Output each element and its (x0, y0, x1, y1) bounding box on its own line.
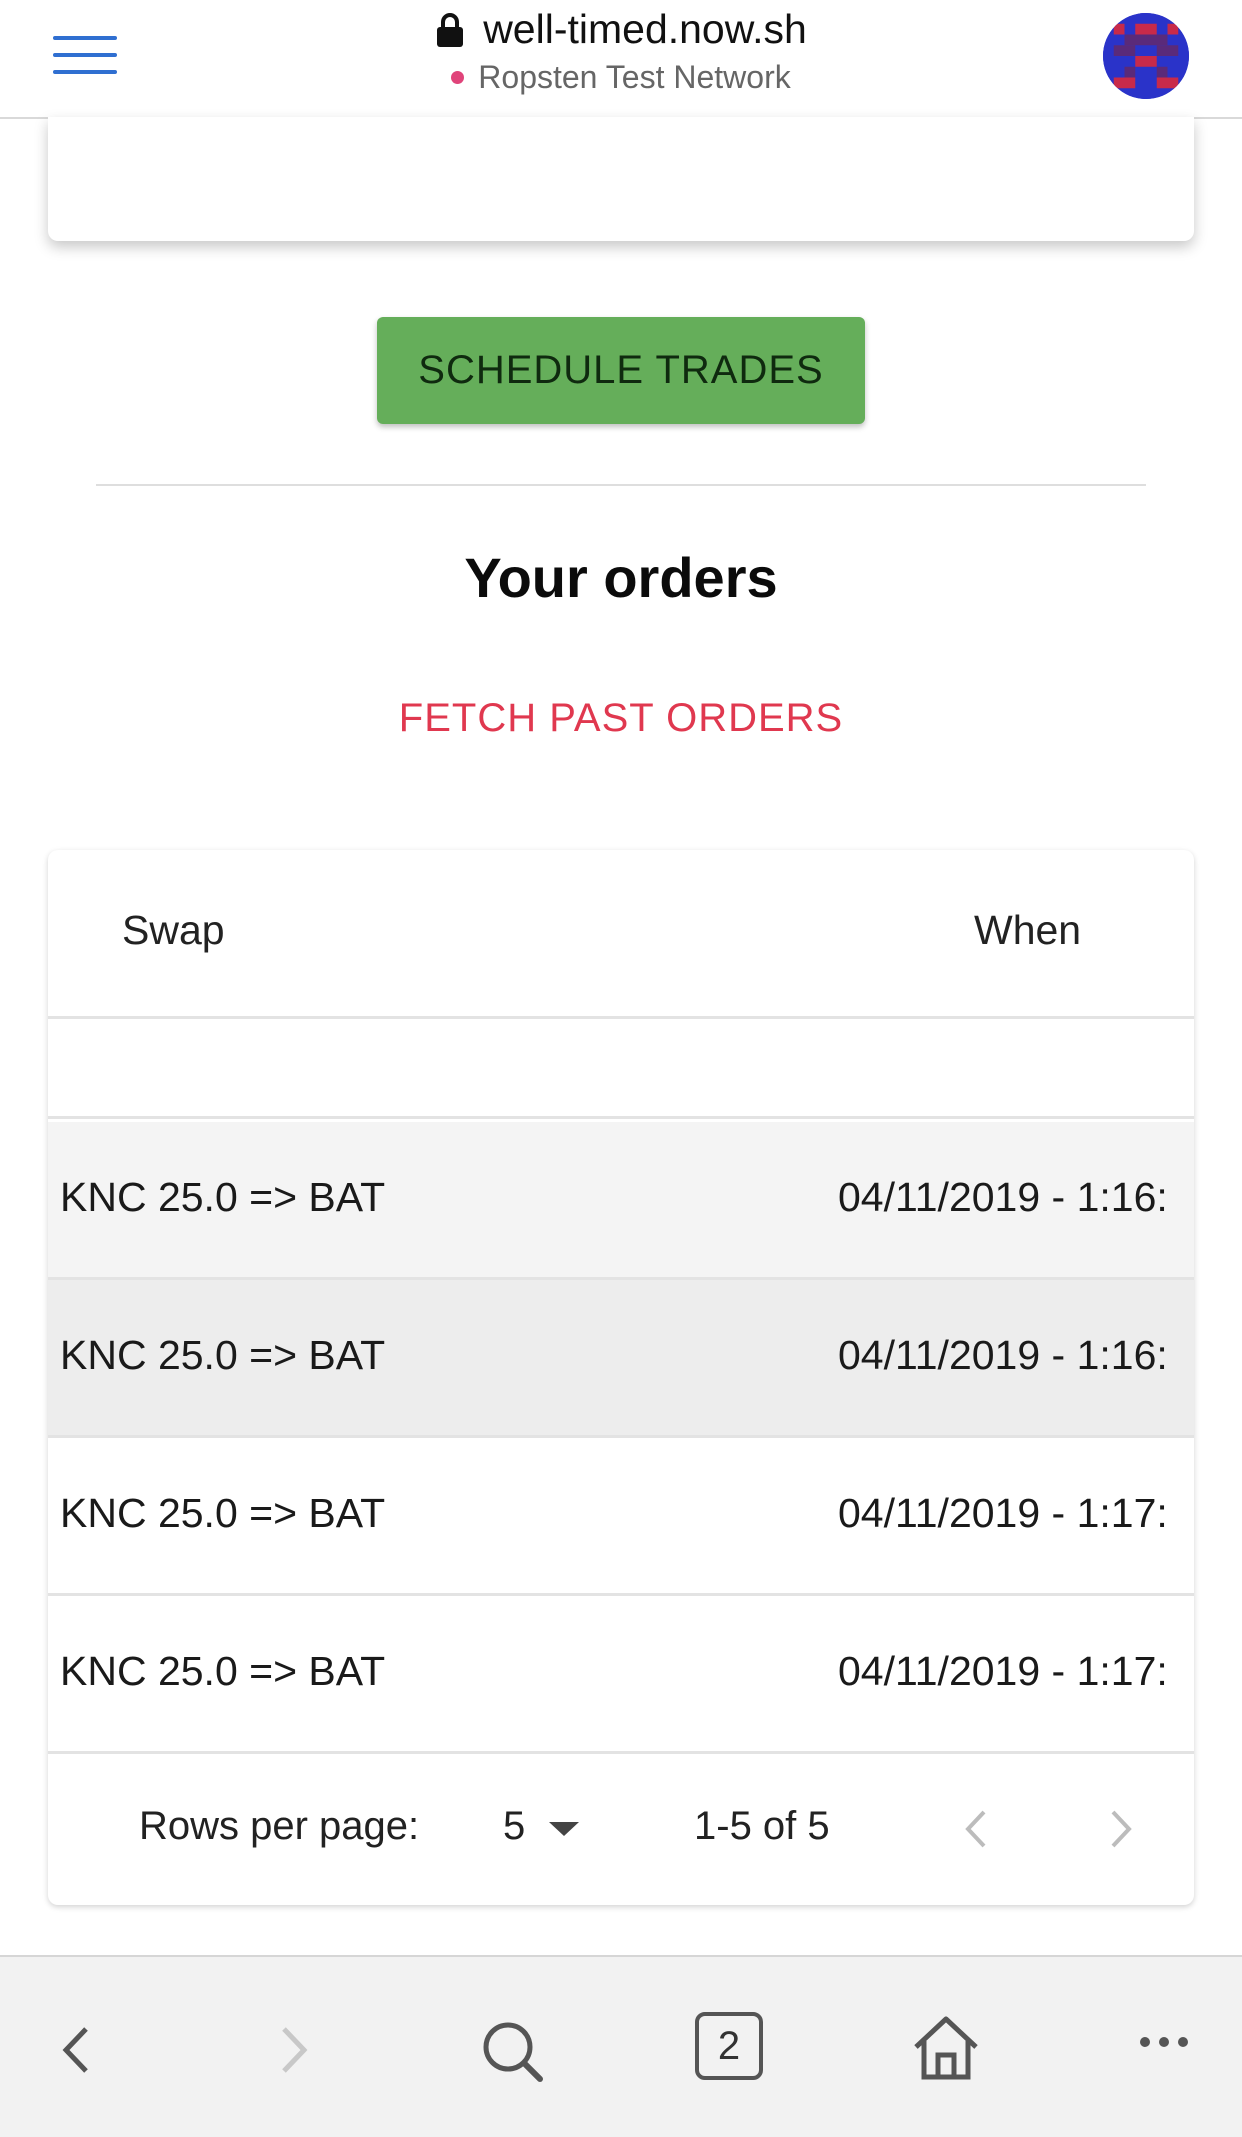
cell-swap: KNC 25.0 => BAT (60, 1648, 386, 1694)
cell-when: 04/11/2019 - 1:16: (838, 1332, 1168, 1378)
fetch-past-orders-button[interactable]: FETCH PAST ORDERS (0, 695, 1242, 742)
browser-top-bar: well-timed.now.sh Ropsten Test Network (0, 0, 1242, 119)
table-header: Swap When (48, 850, 1194, 1019)
table-row[interactable]: KNC 25.0 => BAT 04/11/2019 - 1:17: (48, 1438, 1194, 1596)
rows-per-page-select[interactable]: 5 (503, 1804, 580, 1849)
tabs-button[interactable]: 2 (695, 2012, 763, 2080)
tab-count: 2 (717, 2023, 741, 2068)
column-header-when[interactable]: When (974, 907, 1081, 954)
orders-title: Your orders (464, 546, 778, 609)
rows-per-page-label: Rows per page: (139, 1804, 420, 1848)
network-status-dot (451, 71, 465, 84)
cell-when: 04/11/2019 - 1:17: (838, 1490, 1168, 1536)
section-divider (96, 484, 1146, 486)
cell-swap: KNC 25.0 => BAT (60, 1174, 386, 1220)
next-page-icon[interactable] (1099, 1802, 1143, 1856)
column-header-swap[interactable]: Swap (122, 907, 225, 954)
trade-form-card (48, 117, 1194, 241)
cell-when: 04/11/2019 - 1:16: (838, 1174, 1168, 1220)
table-row[interactable]: KNC 25.0 => BAT 04/11/2019 - 1:16: (48, 1122, 1194, 1280)
network-name: Ropsten Test Network (478, 59, 791, 95)
address-area[interactable]: well-timed.now.sh Ropsten Test Network (0, 6, 1242, 96)
pagination-range: 1-5 of 5 (694, 1804, 830, 1848)
table-row[interactable]: KNC 25.0 => BAT 04/11/2019 - 1:17: (48, 1596, 1194, 1754)
rows-per-page-value: 5 (503, 1804, 526, 1848)
dropdown-caret-icon (549, 1821, 580, 1836)
search-icon[interactable] (480, 2019, 546, 2085)
orders-table: Swap When KNC 25.0 => BAT 04/11/2019 - 1… (48, 850, 1194, 1905)
table-row[interactable]: KNC 25.0 => BAT 04/11/2019 - 1:16: (48, 1280, 1194, 1438)
account-avatar-icon[interactable] (1103, 13, 1189, 99)
table-pagination: Rows per page: 5 1-5 of 5 (48, 1752, 1194, 1905)
forward-icon[interactable] (276, 2025, 312, 2075)
home-icon[interactable] (912, 2015, 980, 2081)
cell-when: 04/11/2019 - 1:17: (838, 1648, 1168, 1694)
previous-page-icon[interactable] (954, 1802, 998, 1856)
schedule-trades-button[interactable]: SCHEDULE TRADES (377, 317, 865, 424)
back-icon[interactable] (58, 2025, 94, 2075)
browser-bottom-toolbar: 2 (0, 1955, 1242, 2137)
table-empty-row (48, 1019, 1194, 1119)
cell-swap: KNC 25.0 => BAT (60, 1490, 386, 1536)
lock-icon (437, 12, 464, 47)
cell-swap: KNC 25.0 => BAT (60, 1332, 386, 1378)
more-options-icon[interactable] (1140, 2037, 1188, 2047)
url-text: well-timed.now.sh (483, 6, 807, 52)
